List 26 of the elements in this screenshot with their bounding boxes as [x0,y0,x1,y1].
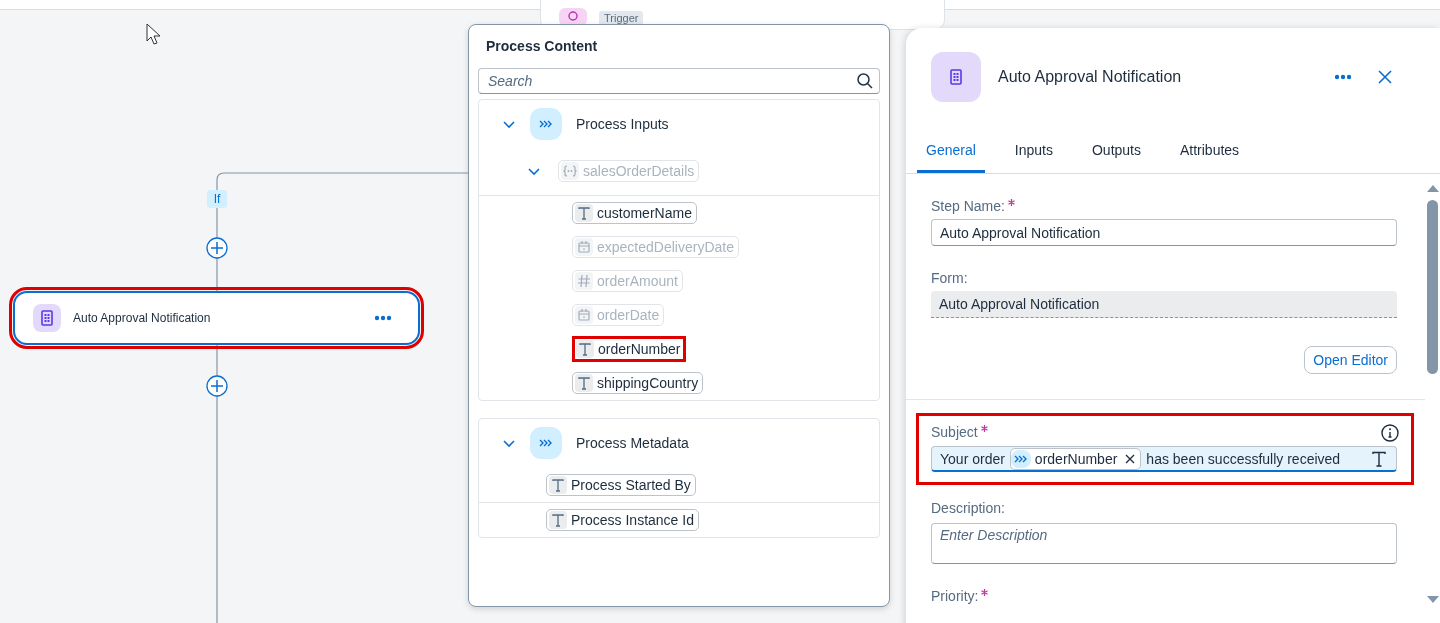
tree-group-label[interactable]: Process Inputs [576,116,669,132]
node-title: Auto Approval Notification [73,311,212,325]
variable-token[interactable]: orderNumber [1009,447,1142,470]
text-field[interactable]: Auto Approval Notification [931,219,1397,246]
text-field[interactable]: Auto Approval Notification [931,291,1397,318]
field-label: Priority: [931,588,1397,606]
tab[interactable]: Inputs [1005,136,1062,173]
popover-title: Process Content [485,37,599,55]
field-label: Form: [931,270,969,288]
subject-text: Your order [940,450,1005,467]
subject-field[interactable]: Your order orderNumber has been successfully received [931,446,1397,472]
tree-group-label[interactable]: Process Metadata [576,435,689,451]
variable-chip[interactable]: Process Instance Id [546,509,699,531]
field-label: Subject [931,424,1397,442]
open-editor-button[interactable]: Open Editor [1304,346,1397,374]
variable-chip[interactable]: Process Started By [546,473,696,496]
subject-text: has been successfully received [1146,450,1341,467]
branch-label: If [207,190,227,208]
field-label: Step Name: [931,198,1397,216]
search-field[interactable]: Search [478,68,880,94]
description-field[interactable]: Enter Description [931,523,1397,564]
panel-title: Auto Approval Notification [998,68,1183,86]
field-label: Description: [931,500,1006,518]
tab[interactable]: General [917,136,985,173]
tab[interactable]: Attributes [1171,136,1249,173]
tab[interactable]: Outputs [1082,136,1150,173]
